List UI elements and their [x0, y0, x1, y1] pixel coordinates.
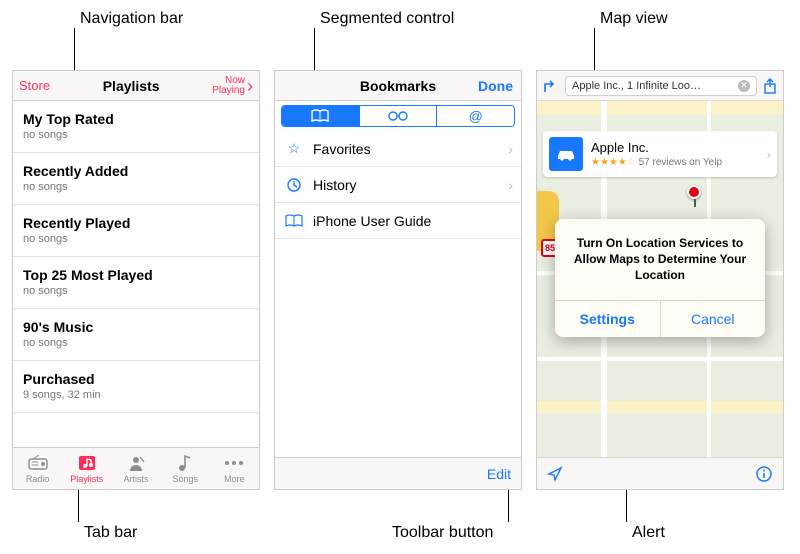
list-item[interactable]: 90's Musicno songs — [13, 309, 259, 361]
tab-label: Artists — [124, 474, 149, 484]
book-icon — [283, 214, 305, 228]
playlists-icon — [76, 454, 98, 472]
list-item[interactable]: Purchased9 songs, 32 min — [13, 361, 259, 413]
book-icon — [310, 109, 330, 123]
tab-songs[interactable]: Songs — [161, 448, 210, 489]
result-card[interactable]: Apple Inc. ★★★★☆ 57 reviews on Yelp › — [543, 131, 777, 177]
annotation-alert: Alert — [632, 524, 665, 542]
annotation-mapview: Map view — [600, 10, 668, 28]
tab-label: Playlists — [70, 474, 103, 484]
bookmarks-list: ☆ Favorites › History › iPhone User Guid… — [275, 131, 521, 239]
glasses-icon — [386, 110, 410, 122]
row-label: Apple Inc., 1 Infinite Loo… — [572, 80, 701, 92]
tab-artists[interactable]: Artists — [111, 448, 160, 489]
at-icon: @ — [469, 108, 483, 124]
tab-label: Songs — [172, 474, 198, 484]
edit-button[interactable]: Edit — [487, 466, 511, 482]
more-icon — [223, 454, 245, 472]
list-item[interactable]: History › — [275, 167, 521, 203]
clock-icon — [283, 177, 305, 193]
songs-icon — [174, 454, 196, 472]
road — [537, 101, 783, 115]
annotation-tabbar: Tab bar — [84, 524, 137, 542]
navigation-bar: Apple Inc., 1 Infinite Loo… ✕ — [537, 71, 783, 101]
toolbar: Edit — [275, 457, 521, 489]
row-label: iPhone User Guide — [313, 213, 431, 229]
navigation-bar: Bookmarks Done — [275, 71, 521, 101]
segmented-control: @ — [281, 105, 515, 127]
alert-settings-button[interactable]: Settings — [555, 301, 661, 337]
store-button[interactable]: Store — [19, 78, 50, 93]
alert-cancel-button[interactable]: Cancel — [661, 301, 766, 337]
share-button[interactable] — [763, 78, 777, 94]
info-button[interactable] — [755, 465, 773, 483]
tab-radio[interactable]: Radio — [13, 448, 62, 489]
result-title: Apple Inc. — [591, 140, 722, 155]
map-pin-icon[interactable] — [687, 185, 701, 199]
tab-more[interactable]: More — [210, 448, 259, 489]
list-item[interactable]: Recently Addedno songs — [13, 153, 259, 205]
segment-bookmarks[interactable] — [282, 106, 360, 126]
chevron-right-icon: › — [767, 147, 771, 162]
annotation-segmented: Segmented control — [320, 10, 454, 28]
clear-icon[interactable]: ✕ — [738, 80, 750, 92]
list-item[interactable]: Top 25 Most Playedno songs — [13, 257, 259, 309]
alert: Turn On Location Services to Allow Maps … — [555, 219, 765, 337]
tab-bar: Radio Playlists Artists Songs More — [13, 447, 259, 489]
maps-screen: Apple Inc., 1 Infinite Loo… ✕ Apple Inc.… — [536, 70, 784, 490]
star-icon: ☆ — [283, 140, 305, 157]
music-screen: Store Playlists NowPlaying › My Top Rate… — [12, 70, 260, 490]
list-item[interactable]: ☆ Favorites › — [275, 131, 521, 167]
road — [537, 357, 783, 361]
tab-label: More — [224, 474, 245, 484]
annotation-navbar: Navigation bar — [80, 10, 183, 28]
radio-icon — [27, 454, 49, 472]
chevron-right-icon: › — [508, 177, 513, 193]
segment-shared[interactable]: @ — [437, 106, 514, 126]
list-item[interactable]: Recently Playedno songs — [13, 205, 259, 257]
list-item[interactable]: My Top Ratedno songs — [13, 101, 259, 153]
result-rating: ★★★★☆ 57 reviews on Yelp — [591, 157, 722, 168]
row-label: History — [313, 177, 357, 193]
list-item[interactable]: iPhone User Guide — [275, 203, 521, 239]
now-playing-button[interactable]: NowPlaying › — [212, 76, 253, 96]
artists-icon — [125, 454, 147, 472]
search-field[interactable]: Apple Inc., 1 Infinite Loo… ✕ — [565, 76, 757, 96]
nav-title: Playlists — [103, 78, 160, 94]
locate-button[interactable] — [547, 466, 563, 482]
alert-message: Turn On Location Services to Allow Maps … — [555, 219, 765, 300]
navigation-bar: Store Playlists NowPlaying › — [13, 71, 259, 101]
car-icon — [549, 137, 583, 171]
bookmarks-screen: Bookmarks Done @ ☆ Favorites › History — [274, 70, 522, 490]
chevron-right-icon: › — [508, 141, 513, 157]
playlists-list: My Top Ratedno songs Recently Addedno so… — [13, 101, 259, 447]
tab-label: Radio — [26, 474, 50, 484]
tab-playlists[interactable]: Playlists — [62, 448, 111, 489]
nav-title: Bookmarks — [360, 78, 436, 94]
toolbar — [537, 457, 783, 489]
row-label: Favorites — [313, 141, 371, 157]
road — [537, 401, 783, 413]
chevron-right-icon: › — [247, 81, 253, 91]
directions-button[interactable] — [543, 78, 559, 94]
done-button[interactable]: Done — [478, 78, 513, 94]
annotation-toolbarbtn: Toolbar button — [392, 524, 493, 542]
segment-readinglist[interactable] — [360, 106, 438, 126]
